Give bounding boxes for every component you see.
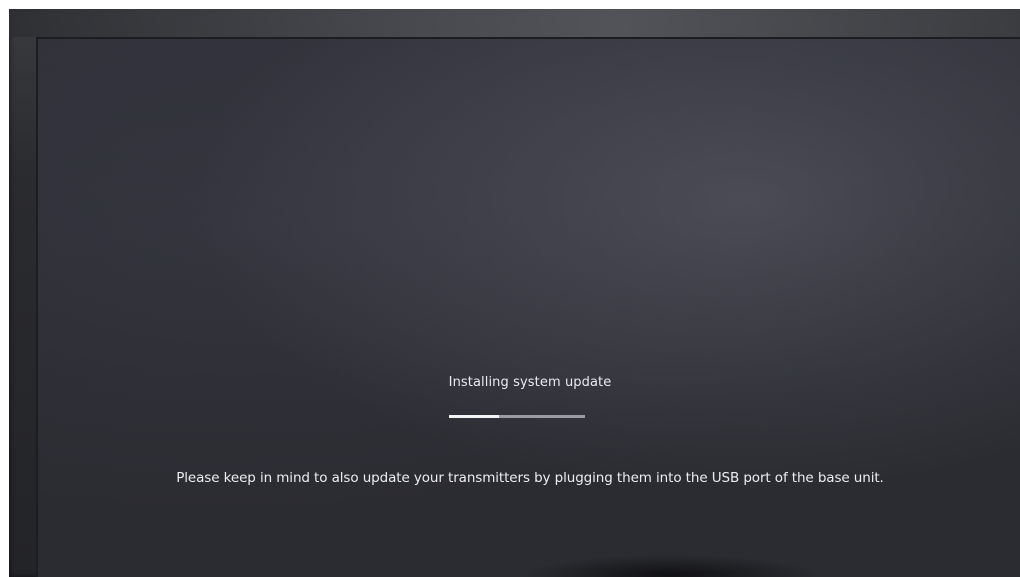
photo-frame: Installing system update Please keep in … <box>0 0 1020 577</box>
transmitter-update-notice: Please keep in mind to also update your … <box>176 470 884 486</box>
update-status-title: Installing system update <box>448 375 612 390</box>
update-screen: Installing system update Please keep in … <box>36 37 1020 577</box>
update-progress-bar <box>449 415 585 418</box>
monitor-bezel-top <box>9 9 1020 37</box>
update-progress-fill <box>449 415 500 418</box>
